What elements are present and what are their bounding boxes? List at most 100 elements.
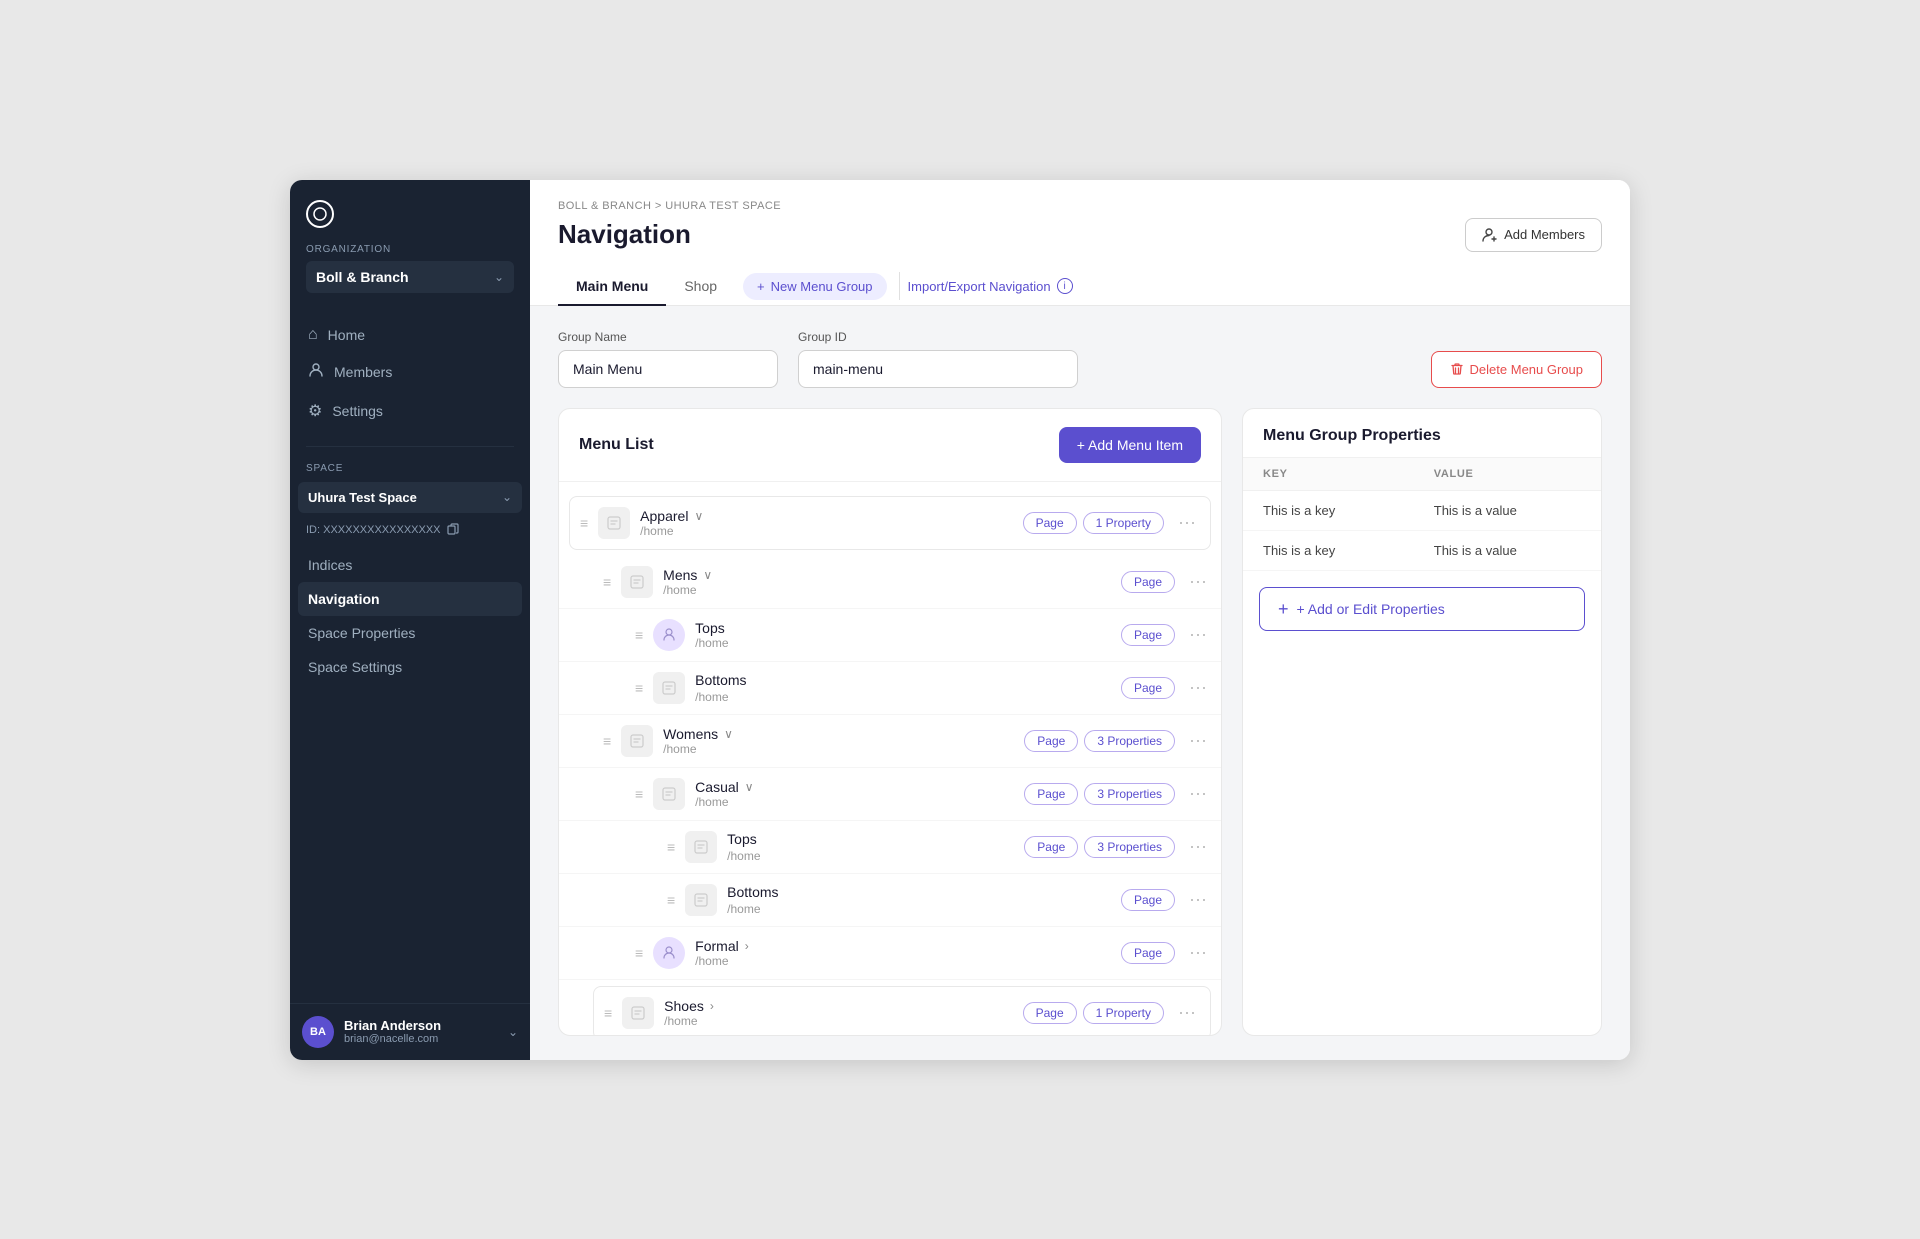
badge-page-womens: Page: [1024, 730, 1078, 752]
group-name-input[interactable]: [558, 350, 778, 388]
menu-item-apparel: ≡ Apparel ∨ /home: [569, 496, 1211, 550]
badge-page-tops2: Page: [1024, 836, 1078, 858]
item-path-bottoms1: /home: [695, 690, 1111, 704]
item-path-bottoms2: /home: [727, 902, 1111, 916]
sidebar-item-settings[interactable]: ⚙ Settings: [298, 392, 522, 430]
drag-handle-icon-bottoms1[interactable]: ≡: [635, 680, 643, 696]
sidebar-item-navigation-label: Navigation: [308, 591, 380, 607]
expand-down-icon-mens[interactable]: ∨: [703, 568, 712, 582]
more-options-bottoms1[interactable]: ···: [1185, 677, 1211, 698]
more-options-tops2[interactable]: ···: [1185, 836, 1211, 857]
item-thumb-bottoms1: [653, 672, 685, 704]
delete-menu-group-button[interactable]: Delete Menu Group: [1431, 351, 1602, 388]
item-thumb-tops1: [653, 619, 685, 651]
settings-icon: ⚙: [308, 401, 322, 421]
more-options-mens[interactable]: ···: [1185, 571, 1211, 592]
more-options-tops1[interactable]: ···: [1185, 624, 1211, 645]
group-name-label: Group Name: [558, 330, 778, 344]
item-name-formal: Formal: [695, 938, 739, 954]
drag-handle-icon-formal[interactable]: ≡: [635, 945, 643, 961]
properties-header: Menu Group Properties: [1243, 409, 1601, 458]
sidebar-item-space-properties[interactable]: Space Properties: [298, 616, 522, 650]
item-badges-formal: Page: [1121, 942, 1175, 964]
drag-handle-icon-tops2[interactable]: ≡: [667, 839, 675, 855]
user-profile[interactable]: BA Brian Anderson brian@nacelle.com ⌄: [290, 1003, 530, 1060]
menu-list-title: Menu List: [579, 436, 654, 454]
expand-down-icon-apparel[interactable]: ∨: [694, 509, 703, 523]
more-options-shoes[interactable]: ···: [1174, 1002, 1200, 1023]
tab-new-menu-group[interactable]: + New Menu Group: [743, 273, 886, 300]
drag-handle-icon[interactable]: ≡: [580, 515, 588, 531]
item-path-mens: /home: [663, 583, 1111, 597]
item-path-tops1: /home: [695, 636, 1111, 650]
expand-down-icon-casual[interactable]: ∨: [745, 780, 754, 794]
tab-shop[interactable]: Shop: [666, 268, 735, 306]
item-thumb-mens: [621, 566, 653, 598]
more-options-apparel[interactable]: ···: [1174, 512, 1200, 533]
item-info-womens: Womens ∨ /home: [663, 726, 1014, 756]
badge-page-shoes: Page: [1023, 1002, 1077, 1024]
property-value-1: This is a value: [1414, 490, 1601, 530]
drag-handle-icon-casual[interactable]: ≡: [635, 786, 643, 802]
item-badges-tops2: Page 3 Properties: [1024, 836, 1175, 858]
copy-icon[interactable]: [447, 523, 459, 538]
tab-main-menu[interactable]: Main Menu: [558, 268, 666, 306]
item-badges-shoes: Page 1 Property: [1023, 1002, 1164, 1024]
menu-list-header: Menu List + Add Menu Item: [559, 409, 1221, 482]
item-badges-womens: Page 3 Properties: [1024, 730, 1175, 752]
expand-right-icon-shoes[interactable]: ›: [710, 999, 714, 1013]
delete-icon: [1450, 362, 1464, 376]
sidebar-item-home[interactable]: ⌂ Home: [298, 317, 522, 353]
more-options-womens[interactable]: ···: [1185, 730, 1211, 751]
drag-handle-icon-womens[interactable]: ≡: [603, 733, 611, 749]
expand-right-icon-formal[interactable]: ›: [745, 939, 749, 953]
add-menu-item-button[interactable]: + Add Menu Item: [1059, 427, 1201, 463]
more-options-formal[interactable]: ···: [1185, 942, 1211, 963]
page-title-row: Navigation Add Members: [558, 218, 1602, 252]
group-id-input[interactable]: [798, 350, 1078, 388]
sidebar-item-members-label: Members: [334, 364, 392, 380]
item-badges-apparel: Page 1 Property: [1023, 512, 1164, 534]
expand-down-icon-womens[interactable]: ∨: [724, 727, 733, 741]
sidebar-logo-area: Organization Boll & Branch ⌄: [290, 180, 530, 309]
sidebar-item-members[interactable]: Members: [298, 353, 522, 392]
drag-handle-icon-tops1[interactable]: ≡: [635, 627, 643, 643]
drag-handle-icon-bottoms2[interactable]: ≡: [667, 892, 675, 908]
item-path-womens: /home: [663, 742, 1014, 756]
menu-item-tops2: ≡ Tops /home Page 3 Properties: [559, 821, 1221, 874]
space-selector[interactable]: Uhura Test Space ⌄: [298, 482, 522, 513]
org-selector[interactable]: Boll & Branch ⌄: [306, 261, 514, 293]
item-info-mens: Mens ∨ /home: [663, 567, 1111, 597]
user-info: Brian Anderson brian@nacelle.com: [344, 1018, 498, 1045]
sidebar-item-space-settings-label: Space Settings: [308, 659, 402, 675]
content-header: BOLL & BRANCH > UHURA TEST SPACE Navigat…: [530, 180, 1630, 306]
more-options-bottoms2[interactable]: ···: [1185, 889, 1211, 910]
item-name-casual: Casual: [695, 779, 739, 795]
menu-item-mens: ≡ Mens ∨ /home: [559, 556, 1221, 609]
item-name-bottoms1: Bottoms: [695, 672, 746, 688]
badge-page-apparel: Page: [1023, 512, 1077, 534]
drag-handle-icon-mens[interactable]: ≡: [603, 574, 611, 590]
menu-item-casual: ≡ Casual ∨ /home: [559, 768, 1221, 821]
property-value-2: This is a value: [1414, 530, 1601, 570]
add-edit-properties-button[interactable]: + + Add or Edit Properties: [1259, 587, 1585, 631]
add-members-button[interactable]: Add Members: [1465, 218, 1602, 252]
sidebar-item-indices-label: Indices: [308, 557, 352, 573]
drag-handle-icon-shoes[interactable]: ≡: [604, 1005, 612, 1021]
more-options-casual[interactable]: ···: [1185, 783, 1211, 804]
badge-property-shoes: 1 Property: [1083, 1002, 1164, 1024]
menu-item-tops1: ≡ Tops /home Page: [559, 609, 1221, 662]
add-edit-plus-icon: +: [1278, 600, 1289, 618]
tab-import-export[interactable]: Import/Export Navigation i: [899, 272, 1081, 300]
sidebar-item-space-settings[interactable]: Space Settings: [298, 650, 522, 684]
form-row: Group Name Group ID Delete Menu Group: [558, 330, 1602, 388]
item-path-formal: /home: [695, 954, 1111, 968]
item-info-tops2: Tops /home: [727, 831, 1014, 863]
user-avatar: BA: [302, 1016, 334, 1048]
sidebar-item-navigation[interactable]: Navigation: [298, 582, 522, 616]
item-path-tops2: /home: [727, 849, 1014, 863]
item-path-apparel: /home: [640, 524, 1012, 538]
sidebar-item-indices[interactable]: Indices: [298, 548, 522, 582]
item-thumb-formal: [653, 937, 685, 969]
sidebar: Organization Boll & Branch ⌄ ⌂ Home Memb…: [290, 180, 530, 1060]
